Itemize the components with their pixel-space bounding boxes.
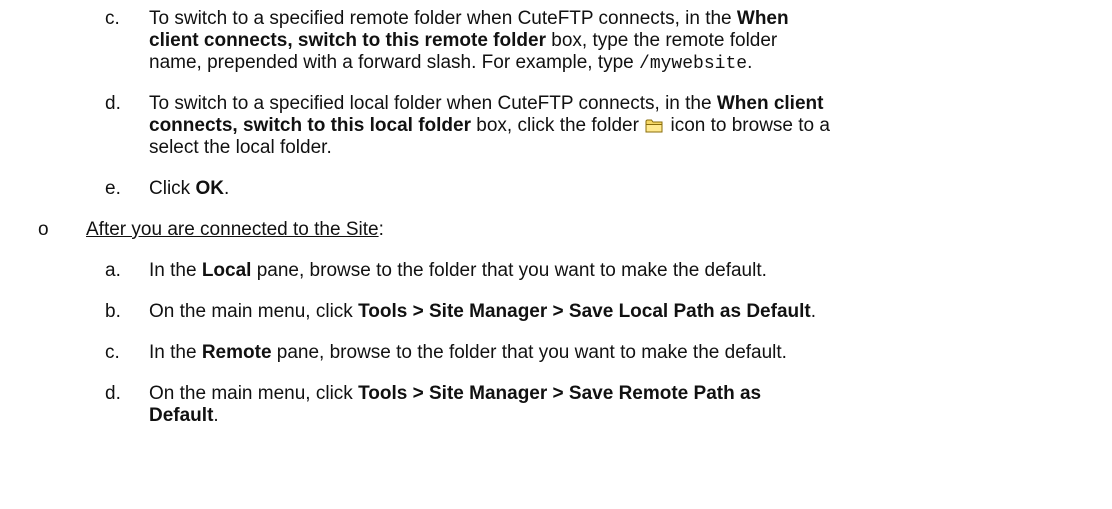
item-e-text: Click <box>149 178 196 199</box>
item-e-bold-label: OK <box>195 178 224 199</box>
item-c-line-2: client connects, switch to this remote f… <box>149 30 777 52</box>
item-c2-line: In the Remote pane, browse to the folder… <box>149 342 787 364</box>
item-d-text-3: icon to browse to a <box>665 115 830 136</box>
item-a-bold-label: Local <box>201 260 252 281</box>
item-e-period: . <box>223 178 230 199</box>
bullet-colon: : <box>378 219 384 240</box>
item-d-bold-label: When client <box>716 93 824 114</box>
item-b-text: On the main menu, click <box>149 301 359 322</box>
item-c2-text: In the <box>149 342 202 363</box>
item-b-period: . <box>810 301 817 322</box>
item-d-line-3: select the local folder. <box>149 137 332 159</box>
item-c-bold-label-2: client connects, switch to this remote f… <box>149 30 546 51</box>
item-d2-period: . <box>213 405 219 426</box>
bullet-line: After you are connected to the Site: <box>86 219 384 241</box>
item-b-bold-label: Tools > Site Manager > Save Local Path a… <box>358 301 811 322</box>
item-d-line-2: connects, switch to this local folder bo… <box>149 115 830 137</box>
item-a-text: In the <box>149 260 202 281</box>
list-marker-e: e. <box>105 178 121 199</box>
item-c-text-2: box, type the remote folder <box>545 30 778 51</box>
item-d2-line-2: Default. <box>149 405 219 427</box>
bullet-heading: After you are connected to the Site <box>86 219 379 240</box>
item-d-text-2: box, click the folder <box>471 115 645 136</box>
item-d2-bold-label: Tools > Site Manager > Save Remote Path … <box>358 383 762 404</box>
item-b-line: On the main menu, click Tools > Site Man… <box>149 301 816 323</box>
item-c-bold-label: When <box>736 8 789 29</box>
item-c-line-3: name, prepended with a forward slash. Fo… <box>149 52 752 75</box>
item-c2-text-2: pane, browse to the folder that you want… <box>271 342 787 363</box>
item-e-line: Click OK. <box>149 178 229 200</box>
item-c2-bold-label: Remote <box>201 342 272 363</box>
item-c-period: . <box>747 52 753 73</box>
bullet-marker: o <box>38 219 49 240</box>
item-c-code: /mywebsite <box>639 54 748 74</box>
item-c-text: To switch to a specified remote folder w… <box>149 8 737 29</box>
list-marker-b: b. <box>105 301 121 322</box>
item-d-line-1: To switch to a specified local folder wh… <box>149 93 823 115</box>
item-c-text-3: name, prepended with a forward slash. Fo… <box>149 52 640 73</box>
list-marker-a: a. <box>105 260 121 281</box>
item-d-text: To switch to a specified local folder wh… <box>149 93 717 114</box>
list-marker-d: d. <box>105 93 121 114</box>
list-marker-c-2: c. <box>105 342 120 363</box>
list-marker-c: c. <box>105 8 120 29</box>
folder-icon <box>645 117 664 133</box>
item-a-text-2: pane, browse to the folder that you want… <box>251 260 767 281</box>
list-marker-d-2: d. <box>105 383 121 404</box>
item-d-bold-label-2: connects, switch to this local folder <box>149 115 471 136</box>
item-d2-text: On the main menu, click <box>149 383 359 404</box>
item-d2-line-1: On the main menu, click Tools > Site Man… <box>149 383 761 405</box>
item-a-line: In the Local pane, browse to the folder … <box>149 260 767 282</box>
item-c-line-1: To switch to a specified remote folder w… <box>149 8 789 30</box>
item-d2-bold-label-2: Default <box>149 405 214 426</box>
item-d-text-4: select the local folder. <box>149 137 332 158</box>
